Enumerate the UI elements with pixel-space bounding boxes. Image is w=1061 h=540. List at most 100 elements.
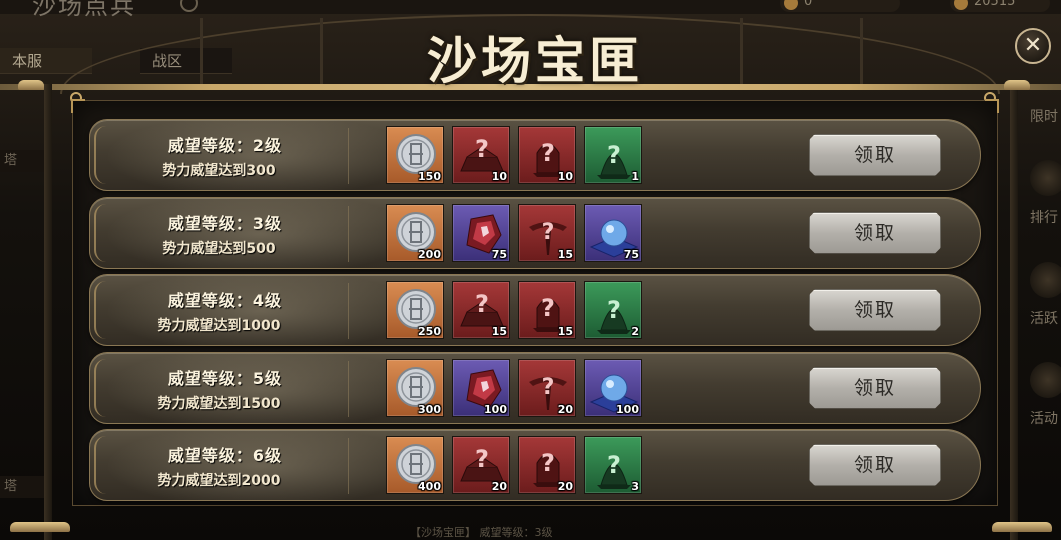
row-divider <box>348 205 349 262</box>
reward-quantity: 10 <box>557 170 573 183</box>
reward-quantity: 15 <box>557 325 573 338</box>
prestige-requirement-label: 势力威望达到1000 <box>157 318 281 334</box>
reward-quantity: 75 <box>623 247 639 261</box>
panel-corner <box>71 99 85 113</box>
svg-text:?: ? <box>541 294 555 322</box>
reward-item[interactable]: 100 <box>452 358 510 417</box>
reward-panel: 威望等级：2级 势力威望达到300 150 ? 10 ? 10 ? 1 领取 威望等级… <box>71 99 999 506</box>
prestige-requirement-label: 势力威望达到300 <box>162 163 276 179</box>
gate-base-right <box>992 522 1052 532</box>
reward-quantity: 10 <box>491 170 507 183</box>
svg-text:?: ? <box>607 451 621 479</box>
svg-text:?: ? <box>475 290 489 318</box>
prestige-level-label: 威望等级：4级 <box>167 291 283 310</box>
claim-button[interactable]: 领取 <box>809 444 941 486</box>
reward-quantity: 20 <box>557 402 573 416</box>
gate-post-right <box>1010 84 1018 540</box>
tab-local-server[interactable]: 本服 <box>0 48 92 74</box>
reward-row: 威望等级：4级势力威望达到1000 250 ? 15 ? 15 ? 2 领取 <box>89 274 981 346</box>
reward-item[interactable]: 200 <box>386 203 444 262</box>
reward-item[interactable]: 75 <box>452 203 510 262</box>
reward-item[interactable]: 150 <box>386 126 444 184</box>
reward-item[interactable]: ? 10 <box>518 126 576 184</box>
svg-text:?: ? <box>475 135 489 163</box>
row-divider <box>348 128 349 184</box>
resource-icon <box>784 0 798 10</box>
page-title: 沙场点兵 <box>32 0 136 20</box>
active-icon[interactable] <box>1030 262 1061 298</box>
top-bar <box>0 0 1061 14</box>
reward-quantity: 1 <box>631 170 639 183</box>
left-side-item: 塔 <box>0 150 44 172</box>
prestige-requirement-label: 势力威望达到1500 <box>157 395 281 412</box>
reward-item[interactable]: ? 2 <box>584 281 642 339</box>
side-label-ranking[interactable]: 排行 <box>1030 207 1061 227</box>
gate-rod <box>320 18 323 86</box>
claim-button[interactable]: 领取 <box>809 211 941 254</box>
svg-text:?: ? <box>542 220 555 245</box>
gate-rod <box>200 18 203 86</box>
prestige-level-label: 威望等级：6级 <box>167 446 283 465</box>
svg-text:?: ? <box>607 296 621 324</box>
gate-base-left <box>10 522 70 532</box>
reward-item[interactable]: ? 1 <box>584 126 642 184</box>
reward-quantity: 20 <box>491 480 507 493</box>
resource-counter-1: 0 <box>780 0 900 12</box>
claim-button[interactable]: 领取 <box>809 134 941 176</box>
left-side-item: 塔 <box>0 476 44 498</box>
resource-icon <box>954 0 968 10</box>
reward-item[interactable]: 75 <box>584 203 642 262</box>
reward-quantity: 3 <box>631 480 639 493</box>
ranking-icon[interactable] <box>1030 160 1061 196</box>
reward-row: 威望等级：6级势力威望达到2000 400 ? 20 ? 20 ? 3 领取 <box>89 429 981 501</box>
reward-row: 威望等级：5级势力威望达到1500 300 100 ? 20 100 领取 <box>89 351 981 424</box>
prestige-requirement-label: 势力威望达到2000 <box>157 473 281 489</box>
reward-quantity: 400 <box>418 480 441 493</box>
gate-finial-left <box>18 80 44 90</box>
gate-rod <box>860 18 863 86</box>
reward-row: 威望等级：2级 势力威望达到300 150 ? 10 ? 10 ? 1 领取 <box>89 119 981 191</box>
reward-quantity: 15 <box>491 325 507 338</box>
reward-item[interactable]: ? 10 <box>452 126 510 184</box>
gate-finial-right <box>1004 80 1030 90</box>
gate-post-left <box>44 84 52 540</box>
prestige-requirement-label: 势力威望达到500 <box>162 240 276 257</box>
reward-quantity: 200 <box>418 247 441 261</box>
svg-text:?: ? <box>542 375 555 400</box>
reward-item[interactable]: ? 15 <box>452 281 510 339</box>
reward-quantity: 100 <box>616 402 639 416</box>
prestige-level-label: 威望等级：5级 <box>167 368 283 388</box>
reward-item[interactable]: 400 <box>386 436 444 494</box>
side-label-event[interactable]: 活动 <box>1030 408 1061 428</box>
reward-row: 威望等级：3级势力威望达到500 200 75 ? 15 75 领取 <box>89 196 981 269</box>
panel-corner <box>985 99 999 113</box>
side-label-limited[interactable]: 限时 <box>1030 106 1061 126</box>
reward-item[interactable]: 100 <box>584 358 642 417</box>
reward-item[interactable]: ? 20 <box>452 436 510 494</box>
row-divider <box>348 360 349 417</box>
dialog-title: 沙场宝匣 <box>427 31 643 90</box>
reward-quantity: 250 <box>418 325 441 338</box>
resource-value-2: 20515 <box>974 0 1016 9</box>
prestige-level-label: 威望等级：3级 <box>167 213 283 233</box>
event-icon[interactable] <box>1030 362 1061 398</box>
reward-item[interactable]: ? 15 <box>518 281 576 339</box>
reward-item[interactable]: ? 20 <box>518 436 576 494</box>
reward-item[interactable]: 300 <box>386 358 444 417</box>
row-divider <box>348 283 349 339</box>
reward-item[interactable]: ? 3 <box>584 436 642 494</box>
resource-counter-2: 20515 <box>950 0 1050 12</box>
claim-button[interactable]: 领取 <box>809 289 941 331</box>
reward-quantity: 15 <box>557 247 573 261</box>
close-icon: ✕ <box>1023 33 1043 58</box>
claim-button[interactable]: 领取 <box>809 366 941 409</box>
svg-text:?: ? <box>607 141 621 169</box>
reward-item[interactable]: ? 20 <box>518 358 576 417</box>
reward-item[interactable]: ? 15 <box>518 203 576 262</box>
side-label-active[interactable]: 活跃 <box>1030 308 1061 328</box>
reward-quantity: 150 <box>418 170 441 183</box>
close-button[interactable]: ✕ <box>1015 28 1051 64</box>
row-divider <box>348 438 349 494</box>
reward-item[interactable]: 250 <box>386 281 444 339</box>
resource-value-1: 0 <box>804 0 813 9</box>
